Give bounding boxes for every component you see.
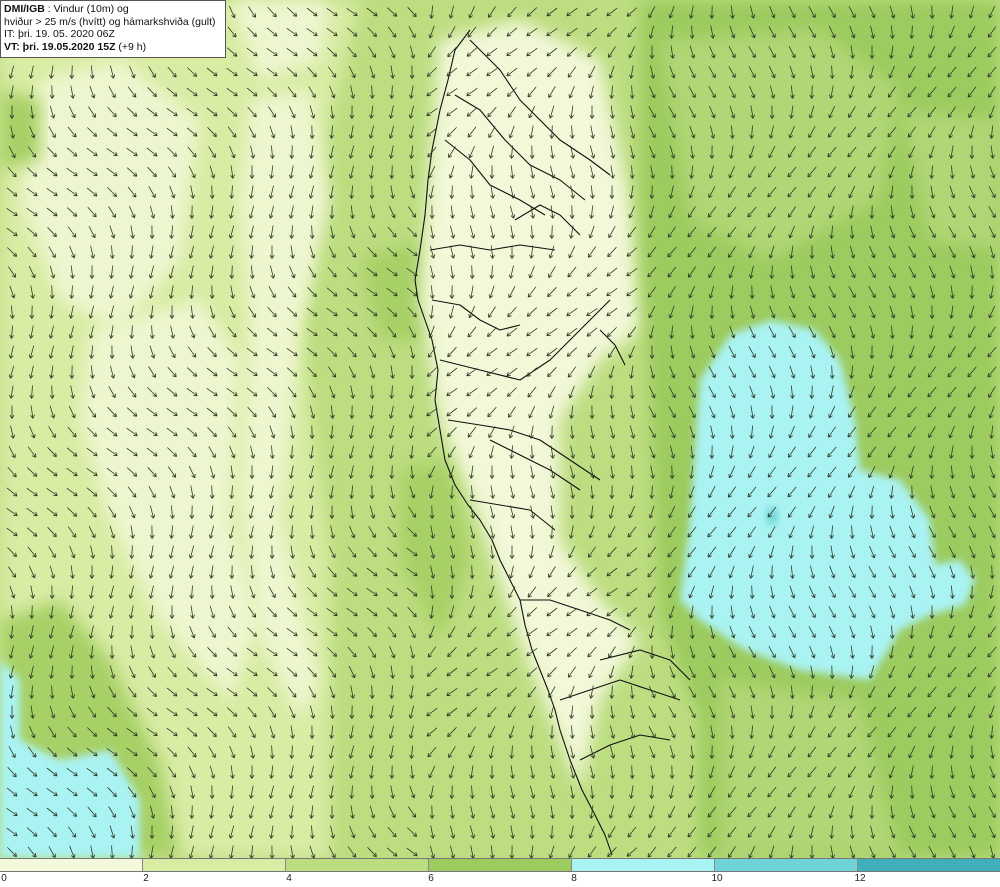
valid-time: VT: þri. 19.05.2020 15Z <box>4 40 116 53</box>
forecast-offset: (+9 h) <box>115 40 147 53</box>
color-scale-bar <box>0 858 1000 872</box>
scale-tick-8: 8 <box>571 873 577 884</box>
scale-segment-12-plus <box>858 859 1000 871</box>
scale-segment-4-6 <box>286 859 429 871</box>
scale-tick-10: 10 <box>711 873 723 884</box>
color-scale-labels: 0 2 4 6 8 10 12 <box>0 872 1000 887</box>
scale-segment-6-8 <box>429 859 572 871</box>
scale-segment-8-10 <box>572 859 715 871</box>
scale-segment-0-2 <box>0 859 143 871</box>
scale-tick-12: 12 <box>854 873 866 884</box>
scale-segment-2-4 <box>143 859 286 871</box>
wind-map <box>0 0 1000 858</box>
scale-tick-0: 0 <box>1 873 7 884</box>
scale-tick-6: 6 <box>428 873 434 884</box>
issue-time: IT: þri. 19. 05. 2020 06Z <box>4 28 115 40</box>
brand-label: DMI/IGB <box>4 3 45 15</box>
scale-tick-2: 2 <box>143 873 149 884</box>
title-line-1: : Vindur (10m) og <box>44 3 129 15</box>
title-line-2: hviður > 25 m/s (hvítt) og hámarkshviða … <box>4 15 216 28</box>
scale-segment-10-12 <box>715 859 858 871</box>
map-info-box: DMI/IGB : Vindur (10m) og hviður > 25 m/… <box>0 0 226 58</box>
wind-speed-field <box>0 0 1000 858</box>
scale-tick-4: 4 <box>286 873 292 884</box>
